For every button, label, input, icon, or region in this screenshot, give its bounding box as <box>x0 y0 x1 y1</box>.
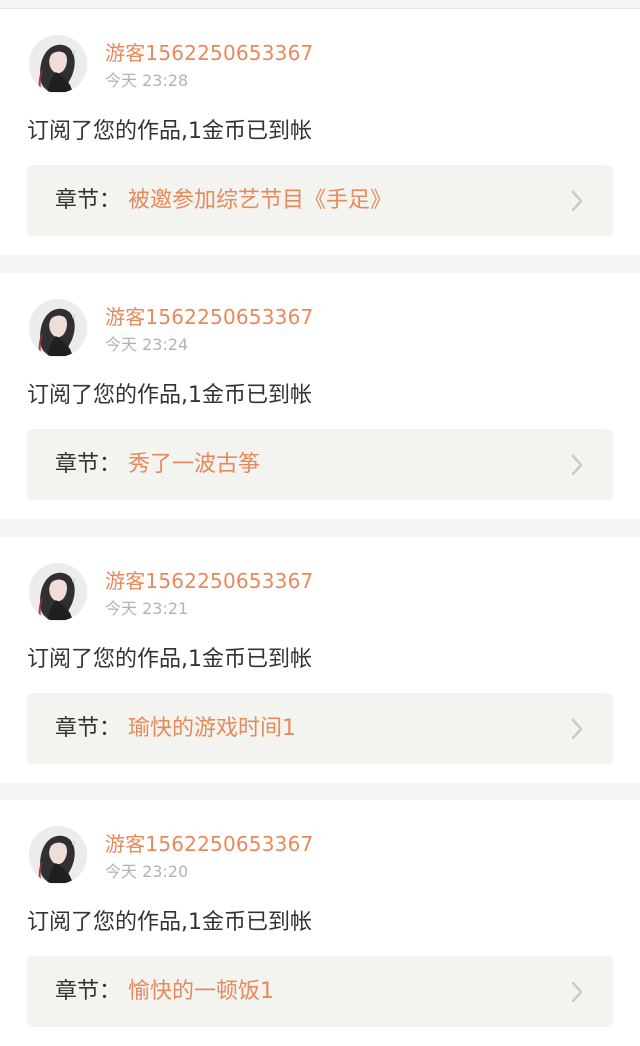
chapter-title: 瑜快的游戏时间1 <box>128 716 296 741</box>
notification-message: 订阅了您的作品,1金币已到帐 <box>27 383 312 408</box>
chapter-label: 章节： <box>55 716 122 741</box>
notification-message: 订阅了您的作品,1金币已到帐 <box>27 910 312 935</box>
notification-message: 订阅了您的作品,1金币已到帐 <box>27 647 312 672</box>
chapter-link[interactable]: 章节： 瑜快的游戏时间1 <box>27 693 613 764</box>
chapter-title: 愉快的一顿饭1 <box>128 979 274 1004</box>
avatar[interactable] <box>29 563 87 621</box>
avatar[interactable] <box>29 826 87 884</box>
timestamp: 今天 23:28 <box>105 71 189 90</box>
chapter-label: 章节： <box>55 452 122 477</box>
username[interactable]: 游客1562250653367 <box>105 569 313 593</box>
chapter-link[interactable]: 章节： 愉快的一顿饭1 <box>27 956 613 1027</box>
chevron-right-icon <box>569 980 585 1004</box>
chevron-right-icon <box>569 453 585 477</box>
timestamp: 今天 23:20 <box>105 862 189 881</box>
chapter-title: 秀了一波古筝 <box>128 452 261 477</box>
timestamp: 今天 23:24 <box>105 335 189 354</box>
chapter-link[interactable]: 章节： 被邀参加综艺节目《手足》 <box>27 165 613 236</box>
chapter-label: 章节： <box>55 979 122 1004</box>
avatar[interactable] <box>29 299 87 357</box>
chapter-label: 章节： <box>55 188 122 213</box>
avatar[interactable] <box>29 35 87 93</box>
username[interactable]: 游客1562250653367 <box>105 832 313 856</box>
chevron-right-icon <box>569 717 585 741</box>
chapter-title: 被邀参加综艺节目《手足》 <box>128 188 393 213</box>
notification-card: 游客1562250653367 今天 23:21 订阅了您的作品,1金币已到帐 … <box>0 537 640 783</box>
notification-card: 游客1562250653367 今天 23:24 订阅了您的作品,1金币已到帐 … <box>0 273 640 519</box>
chevron-right-icon <box>569 189 585 213</box>
chapter-link[interactable]: 章节： 秀了一波古筝 <box>27 429 613 500</box>
notification-card: 游客1562250653367 今天 23:20 订阅了您的作品,1金币已到帐 … <box>0 800 640 1046</box>
top-divider <box>0 0 640 9</box>
timestamp: 今天 23:21 <box>105 599 189 618</box>
notification-card: 游客1562250653367 今天 23:28 订阅了您的作品,1金币已到帐 … <box>0 9 640 255</box>
username[interactable]: 游客1562250653367 <box>105 41 313 65</box>
username[interactable]: 游客1562250653367 <box>105 305 313 329</box>
notification-message: 订阅了您的作品,1金币已到帐 <box>27 119 312 144</box>
